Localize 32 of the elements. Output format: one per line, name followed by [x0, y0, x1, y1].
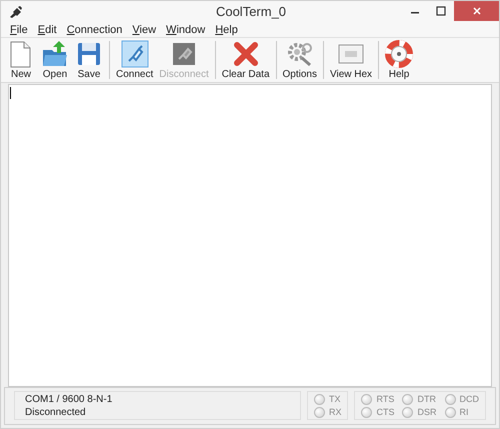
- signal-label: DCD: [460, 394, 479, 404]
- signal-label: RX: [328, 407, 342, 417]
- toolbar-button[interactable]: Save: [72, 39, 106, 81]
- menu-item[interactable]: Connection: [62, 24, 128, 36]
- text-cursor: [10, 87, 11, 99]
- signal-label: TX: [328, 394, 340, 404]
- toolbar-button[interactable]: Options: [280, 39, 320, 81]
- signal-label: RTS: [376, 394, 394, 404]
- toolbar-button[interactable]: Open: [38, 39, 72, 81]
- menu-item[interactable]: File: [5, 24, 33, 36]
- menu-item[interactable]: Help: [210, 24, 243, 36]
- signal-label: DTR: [417, 394, 436, 404]
- signal-label: CTS: [376, 407, 394, 417]
- plug-icon: [9, 6, 23, 18]
- toolbar-button[interactable]: Clear Data: [218, 39, 273, 81]
- cross-icon: [232, 40, 260, 68]
- toolbar-button[interactable]: Connect: [113, 39, 156, 81]
- toolbar-button[interactable]: View Hex: [327, 39, 376, 81]
- close-icon: [472, 6, 482, 16]
- menu-item[interactable]: Window: [161, 24, 210, 36]
- connection-status: Disconnected: [25, 406, 87, 418]
- menu-item[interactable]: Edit: [32, 24, 62, 36]
- signal-label: DSR: [417, 407, 436, 417]
- maximize-icon: [436, 6, 446, 16]
- plug-icon: [120, 40, 149, 68]
- toolbar-button[interactable]: Help: [382, 39, 416, 81]
- port-settings: COM1 / 9600 8-N-1: [25, 394, 114, 404]
- menu-item[interactable]: View: [127, 24, 162, 36]
- window-title: CoolTerm_0: [214, 4, 288, 19]
- toolbar-button[interactable]: New: [4, 39, 38, 81]
- signal-label: RI: [460, 407, 468, 417]
- folder-icon: [41, 40, 69, 68]
